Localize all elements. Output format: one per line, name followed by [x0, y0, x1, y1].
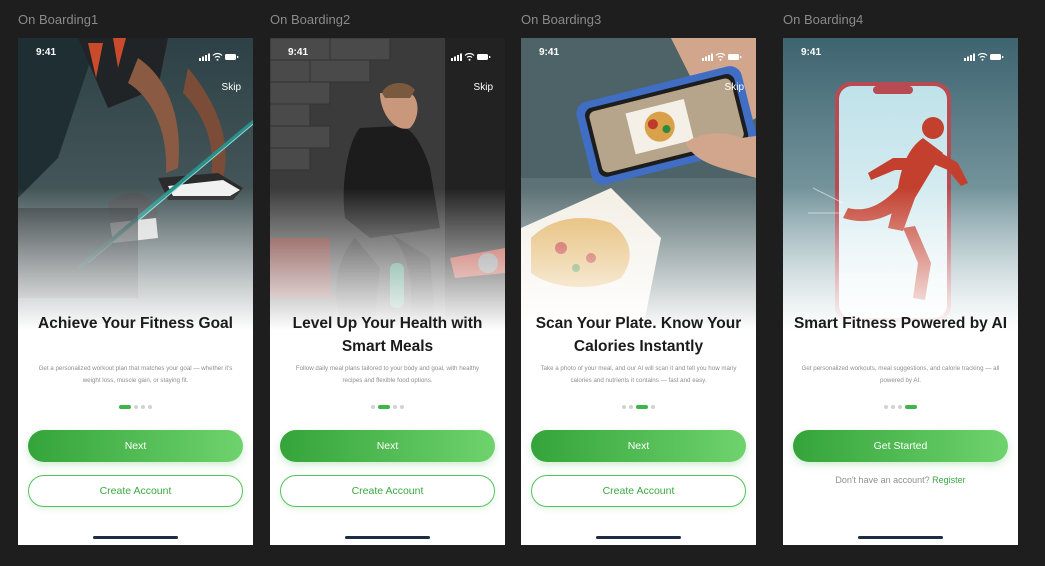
cellular-signal-icon — [451, 53, 462, 61]
page-dot — [141, 405, 145, 409]
wifi-icon — [464, 52, 475, 61]
page-dot-active — [905, 405, 917, 409]
status-bar: 9:41 — [521, 38, 756, 66]
skip-button[interactable]: Skip — [222, 82, 241, 93]
frame-label-onboarding1: On Boarding1 — [18, 12, 99, 27]
status-icons — [199, 48, 239, 66]
status-bar: 9:41 — [783, 38, 1018, 66]
onboarding-description: Take a photo of your meal, and our AI wi… — [540, 365, 737, 384]
home-indicator — [858, 536, 943, 539]
status-bar: 9:41 — [18, 38, 253, 66]
page-indicator — [521, 405, 756, 409]
status-icons — [702, 48, 742, 66]
page-dot-active — [119, 405, 131, 409]
onboarding1-screen: 9:41 Skip Achieve Your Fitness Goal Get … — [18, 38, 253, 545]
page-indicator — [18, 405, 253, 409]
page-dot-active — [636, 405, 648, 409]
account-prompt-text: Don't have an account? — [835, 475, 930, 485]
skip-button[interactable]: Skip — [725, 82, 744, 93]
onboarding2-screen: 9:41 Skip Level Up Your Health with Smar… — [270, 38, 505, 545]
status-time: 9:41 — [36, 47, 57, 58]
status-time: 9:41 — [801, 47, 822, 58]
onboarding-title: Level Up Your Health with Smart Meals — [292, 315, 483, 355]
home-indicator — [596, 536, 681, 539]
frame-label-onboarding4: On Boarding4 — [783, 12, 864, 27]
cellular-signal-icon — [199, 53, 210, 61]
status-icons — [964, 48, 1004, 66]
register-prompt: Don't have an account? Register — [783, 475, 1018, 485]
page-dot — [400, 405, 404, 409]
home-indicator — [345, 536, 430, 539]
register-link[interactable]: Register — [932, 475, 966, 485]
onboarding-title: Scan Your Plate. Know Your Calories Inst… — [535, 315, 742, 355]
create-account-button[interactable]: Create Account — [531, 475, 746, 507]
battery-icon — [728, 54, 742, 60]
page-indicator — [783, 405, 1018, 409]
wifi-icon — [212, 52, 223, 61]
create-account-button[interactable]: Create Account — [28, 475, 243, 507]
get-started-button[interactable]: Get Started — [793, 430, 1008, 462]
page-indicator — [270, 405, 505, 409]
battery-icon — [225, 54, 239, 60]
battery-icon — [477, 54, 491, 60]
onboarding4-screen: 9:41 Smart Fitness Powered by AI Get per… — [783, 38, 1018, 545]
page-dot — [393, 405, 397, 409]
onboarding-description: Get personalized workouts, meal suggesti… — [801, 365, 1000, 384]
next-button[interactable]: Next — [280, 430, 495, 462]
create-account-button[interactable]: Create Account — [280, 475, 495, 507]
status-time: 9:41 — [288, 47, 309, 58]
cellular-signal-icon — [964, 53, 975, 61]
onboarding-title: Achieve Your Fitness Goal — [38, 315, 233, 332]
onboarding3-screen: 9:41 Skip Scan Your Plate. Know Your Cal… — [521, 38, 756, 545]
cellular-signal-icon — [702, 53, 713, 61]
status-icons — [451, 48, 491, 66]
page-dot — [651, 405, 655, 409]
page-dot — [134, 405, 138, 409]
status-time: 9:41 — [539, 47, 560, 58]
page-dot — [148, 405, 152, 409]
frame-label-onboarding2: On Boarding2 — [270, 12, 351, 27]
next-button[interactable]: Next — [531, 430, 746, 462]
page-dot — [891, 405, 895, 409]
page-dot — [898, 405, 902, 409]
next-button[interactable]: Next — [28, 430, 243, 462]
wifi-icon — [715, 52, 726, 61]
skip-button[interactable]: Skip — [474, 82, 493, 93]
page-dot-active — [378, 405, 390, 409]
onboarding-description: Follow daily meal plans tailored to your… — [295, 365, 480, 384]
page-dot — [622, 405, 626, 409]
page-dot — [371, 405, 375, 409]
onboarding-description: Get a personalized workout plan that mat… — [38, 365, 233, 384]
page-dot — [629, 405, 633, 409]
page-dot — [884, 405, 888, 409]
frame-label-onboarding3: On Boarding3 — [521, 12, 602, 27]
home-indicator — [93, 536, 178, 539]
status-bar: 9:41 — [270, 38, 505, 66]
wifi-icon — [977, 52, 988, 61]
onboarding-title: Smart Fitness Powered by AI — [793, 315, 1008, 332]
battery-icon — [990, 54, 1004, 60]
